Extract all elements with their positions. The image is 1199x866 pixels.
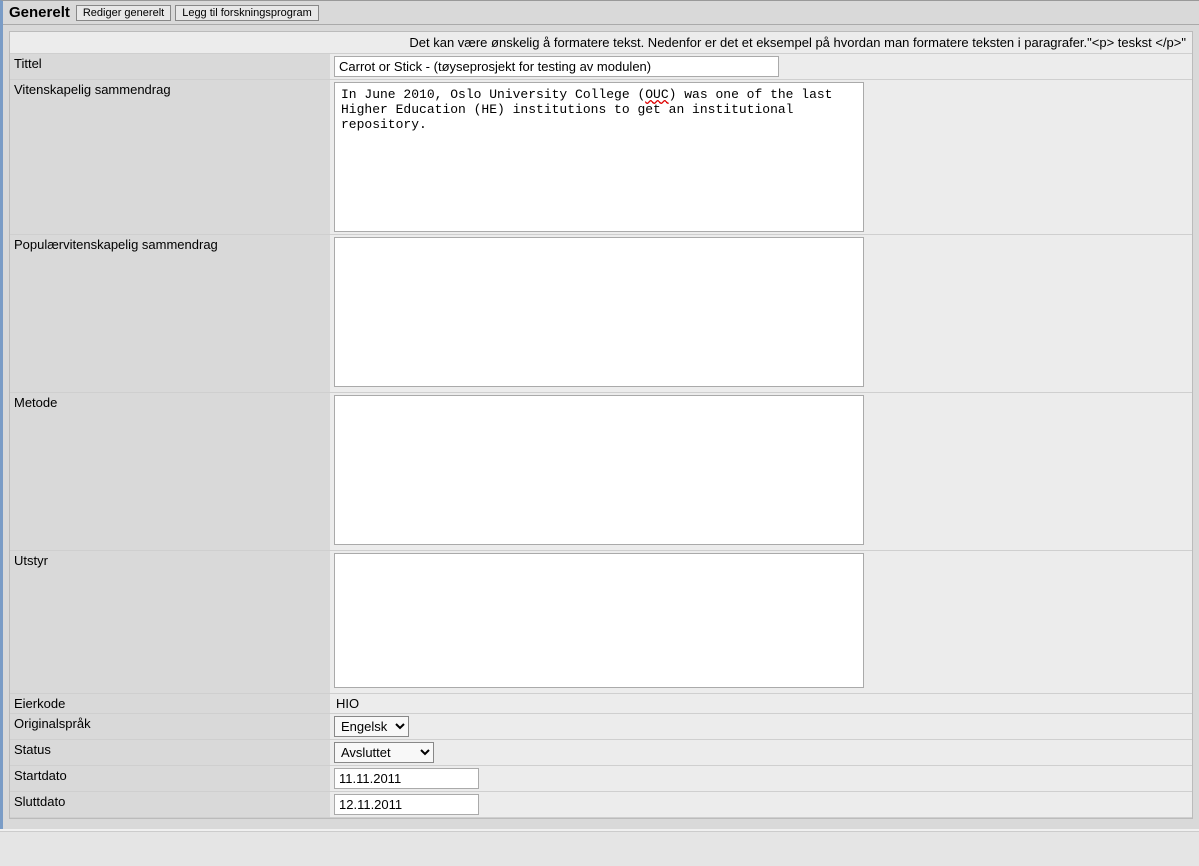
sprak-label: Originalspråk — [10, 714, 330, 740]
eierkode-value: HIO — [334, 695, 361, 712]
vitenskapelig-label: Vitenskapelig sammendrag — [10, 80, 330, 235]
sprak-select[interactable]: Engelsk — [334, 716, 409, 737]
status-label: Status — [10, 740, 330, 766]
sluttdato-label: Sluttdato — [10, 792, 330, 818]
metode-textarea[interactable] — [334, 395, 864, 545]
form-container: Generelt Rediger generelt Legg til forsk… — [0, 0, 1199, 829]
sluttdato-input[interactable] — [334, 794, 479, 815]
utstyr-label: Utstyr — [10, 551, 330, 694]
startdato-input[interactable] — [334, 768, 479, 789]
metode-label: Metode — [10, 393, 330, 551]
add-research-program-button[interactable]: Legg til forskningsprogram — [175, 5, 319, 21]
startdato-label: Startdato — [10, 766, 330, 792]
section-title: Generelt — [9, 4, 70, 21]
utstyr-textarea[interactable] — [334, 553, 864, 688]
popular-label: Populærvitenskapelig sammendrag — [10, 235, 330, 393]
eierkode-label: Eierkode — [10, 694, 330, 714]
edit-general-button[interactable]: Rediger generelt — [76, 5, 171, 21]
status-select[interactable]: Avsluttet — [334, 742, 434, 763]
form-content: Det kan være ønskelig å formatere tekst.… — [9, 31, 1193, 819]
spellcheck-word: OUC — [645, 87, 668, 102]
vitenskapelig-textarea[interactable]: In June 2010, Oslo University College (O… — [334, 82, 864, 232]
tittel-input[interactable] — [334, 56, 779, 77]
tittel-label: Tittel — [10, 54, 330, 80]
format-hint: Det kan være ønskelig å formatere tekst.… — [330, 32, 1192, 54]
form-table: Det kan være ønskelig å formatere tekst.… — [10, 32, 1192, 818]
popular-textarea[interactable] — [334, 237, 864, 387]
section-header: Generelt Rediger generelt Legg til forsk… — [3, 1, 1199, 25]
